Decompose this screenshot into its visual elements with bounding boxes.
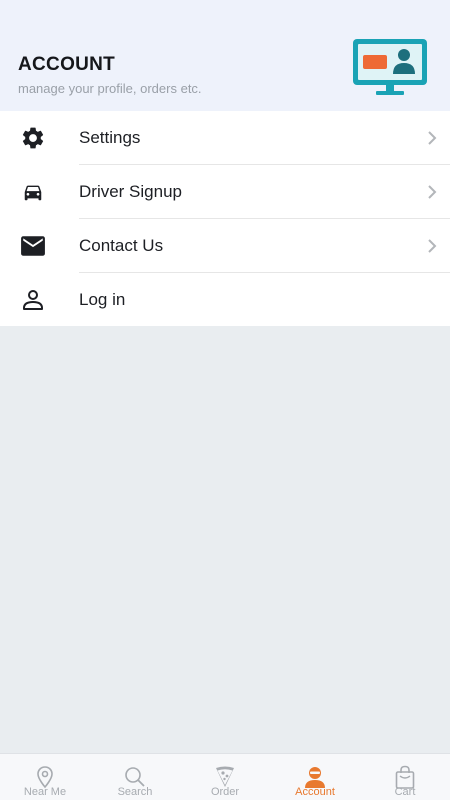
nav-account[interactable]: Account <box>270 754 360 800</box>
nav-label: Search <box>117 786 153 798</box>
chevron-right-icon <box>428 239 437 253</box>
bottom-navigation: Near Me Search Order Account Cart <box>0 753 450 800</box>
monitor-profile-icon <box>353 39 427 95</box>
car-icon <box>20 180 46 204</box>
nav-label: Account <box>295 786 335 798</box>
page-title: ACCOUNT <box>18 54 116 75</box>
menu-item-contact-us[interactable]: Contact Us <box>0 219 450 273</box>
nav-search[interactable]: Search <box>90 754 180 800</box>
gear-icon <box>20 126 46 150</box>
nav-label: Cart <box>394 786 416 798</box>
nav-order[interactable]: Order <box>180 754 270 800</box>
menu-item-label: Driver Signup <box>79 182 182 201</box>
menu-item-log-in[interactable]: Log in <box>0 273 450 327</box>
account-menu: Settings Driver Signup Contact Us Log in <box>0 111 450 326</box>
nav-near-me[interactable]: Near Me <box>0 754 90 800</box>
menu-item-settings[interactable]: Settings <box>0 111 450 165</box>
menu-item-label: Log in <box>79 290 126 309</box>
chevron-right-icon <box>428 185 437 199</box>
page-subtitle: manage your profile, orders etc. <box>18 81 202 96</box>
nav-cart[interactable]: Cart <box>360 754 450 800</box>
nav-label: Order <box>210 786 240 798</box>
mail-icon <box>20 234 46 258</box>
account-header: ACCOUNT manage your profile, orders etc. <box>0 0 450 111</box>
chevron-right-icon <box>428 131 437 145</box>
person-icon <box>20 288 46 312</box>
menu-item-driver-signup[interactable]: Driver Signup <box>0 165 450 219</box>
menu-item-label: Settings <box>79 128 141 147</box>
nav-label: Near Me <box>23 786 67 798</box>
menu-item-label: Contact Us <box>79 236 164 255</box>
